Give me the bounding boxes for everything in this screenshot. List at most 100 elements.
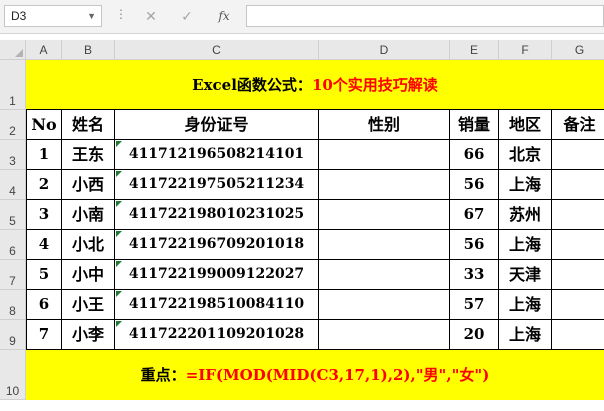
cell-f7[interactable]: 天津 [499,260,552,290]
header-cell-d[interactable]: 性别 [319,110,450,140]
number-as-text-indicator-icon[interactable] [116,291,122,297]
cell-g3[interactable] [552,140,604,170]
footer-banner[interactable]: 重点：=IF(MOD(MID(C3,17,1),2),"男","女") [26,350,604,400]
row-header-2[interactable]: 2 [0,110,26,140]
row-header-7[interactable]: 7 [0,260,26,290]
header-cell-g[interactable]: 备注 [552,110,604,140]
cell-g6[interactable] [552,230,604,260]
row-number: 7 [9,274,16,288]
cell-g8[interactable] [552,290,604,320]
formula-input[interactable] [246,5,604,27]
cell-e5[interactable]: 67 [450,200,499,230]
title-highlight: 10个实用技巧解读 [311,76,438,94]
cell-c7[interactable]: 411722199009122027 [115,260,319,290]
cell-e4[interactable]: 56 [450,170,499,200]
number-as-text-indicator-icon[interactable] [116,171,122,177]
cell-b7[interactable]: 小中 [62,260,115,290]
cell-e7[interactable]: 33 [450,260,499,290]
cell-d6[interactable] [319,230,450,260]
cell-value: 上海 [508,295,541,314]
cell-f9[interactable]: 上海 [499,320,552,350]
cell-f4[interactable]: 上海 [499,170,552,200]
cell-c8[interactable]: 411722198510084110 [115,290,319,320]
cell-f3[interactable]: 北京 [499,140,552,170]
title-banner[interactable]: Excel函数公式：10个实用技巧解读 [26,60,604,110]
cell-g4[interactable] [552,170,604,200]
row-header-1[interactable]: 1 [0,60,26,110]
cell-e6[interactable]: 56 [450,230,499,260]
cancel-icon[interactable]: ✕ [140,6,162,26]
cell-d7[interactable] [319,260,450,290]
cell-d3[interactable] [319,140,450,170]
cell-f6[interactable]: 上海 [499,230,552,260]
row-header-3[interactable]: 3 [0,140,26,170]
cell-c4[interactable]: 411722197505211234 [115,170,319,200]
cell-c3[interactable]: 411712196508214101 [115,140,319,170]
cell-f8[interactable]: 上海 [499,290,552,320]
column-header-f[interactable]: F [499,40,552,60]
cell-g7[interactable] [552,260,604,290]
cell-c5[interactable]: 411722198010231025 [115,200,319,230]
cell-a9[interactable]: 7 [26,320,62,350]
cell-a6[interactable]: 4 [26,230,62,260]
check-icon[interactable]: ✓ [176,6,198,26]
cell-c6[interactable]: 411722196709201018 [115,230,319,260]
column-header-d[interactable]: D [319,40,450,60]
row-header-5[interactable]: 5 [0,200,26,230]
select-all-button[interactable] [0,40,26,60]
number-as-text-indicator-icon[interactable] [116,141,122,147]
row-number: 8 [9,304,16,318]
cell-d9[interactable] [319,320,450,350]
header-cell-e[interactable]: 销量 [450,110,499,140]
row-header-8[interactable]: 8 [0,290,26,320]
cell-a7[interactable]: 5 [26,260,62,290]
insert-function-icon[interactable]: fx [213,6,235,26]
number-as-text-indicator-icon[interactable] [116,321,122,327]
row-header-4[interactable]: 4 [0,170,26,200]
column-header-b[interactable]: B [62,40,115,60]
cell-b5[interactable]: 小南 [62,200,115,230]
column-header-c[interactable]: C [115,40,319,60]
cell-d5[interactable] [319,200,450,230]
cell-a5[interactable]: 3 [26,200,62,230]
header-cell-c[interactable]: 身份证号 [115,110,319,140]
cell-b8[interactable]: 小王 [62,290,115,320]
cell-value: 411722196709201018 [128,236,305,252]
number-as-text-indicator-icon[interactable] [116,231,122,237]
column-header-e[interactable]: E [450,40,499,60]
cell-a3[interactable]: 1 [26,140,62,170]
column-header-g[interactable]: G [552,40,604,60]
row-header-6[interactable]: 6 [0,230,26,260]
more-options-icon[interactable]: ⋮ [115,7,127,21]
cell-a4[interactable]: 2 [26,170,62,200]
header-cell-b[interactable]: 姓名 [62,110,115,140]
cell-e9[interactable]: 20 [450,320,499,350]
name-box[interactable]: D3 ▼ [4,5,102,27]
cell-d8[interactable] [319,290,450,320]
cell-value: 3 [38,205,50,223]
number-as-text-indicator-icon[interactable] [116,201,122,207]
cell-b6[interactable]: 小北 [62,230,115,260]
header-cell-a[interactable]: No [26,110,62,140]
cell-f5[interactable]: 苏州 [499,200,552,230]
chevron-down-icon[interactable]: ▼ [87,6,96,26]
cell-g9[interactable] [552,320,604,350]
cell-value: 小王 [71,295,104,314]
row-header-10[interactable]: 10 [0,350,26,400]
cell-b3[interactable]: 王东 [62,140,115,170]
cell-g5[interactable] [552,200,604,230]
number-as-text-indicator-icon[interactable] [116,261,122,267]
cell-b9[interactable]: 小李 [62,320,115,350]
column-header-a[interactable]: A [26,40,62,60]
cell-a8[interactable]: 6 [26,290,62,320]
row-number: 10 [5,384,20,398]
cell-e8[interactable]: 57 [450,290,499,320]
header-cell-f[interactable]: 地区 [499,110,552,140]
footer-label: 重点： [140,366,186,384]
cell-value: 天津 [508,265,541,284]
cell-c9[interactable]: 411722201109201028 [115,320,319,350]
row-header-9[interactable]: 9 [0,320,26,350]
cell-e3[interactable]: 66 [450,140,499,170]
cell-d4[interactable] [319,170,450,200]
cell-b4[interactable]: 小西 [62,170,115,200]
